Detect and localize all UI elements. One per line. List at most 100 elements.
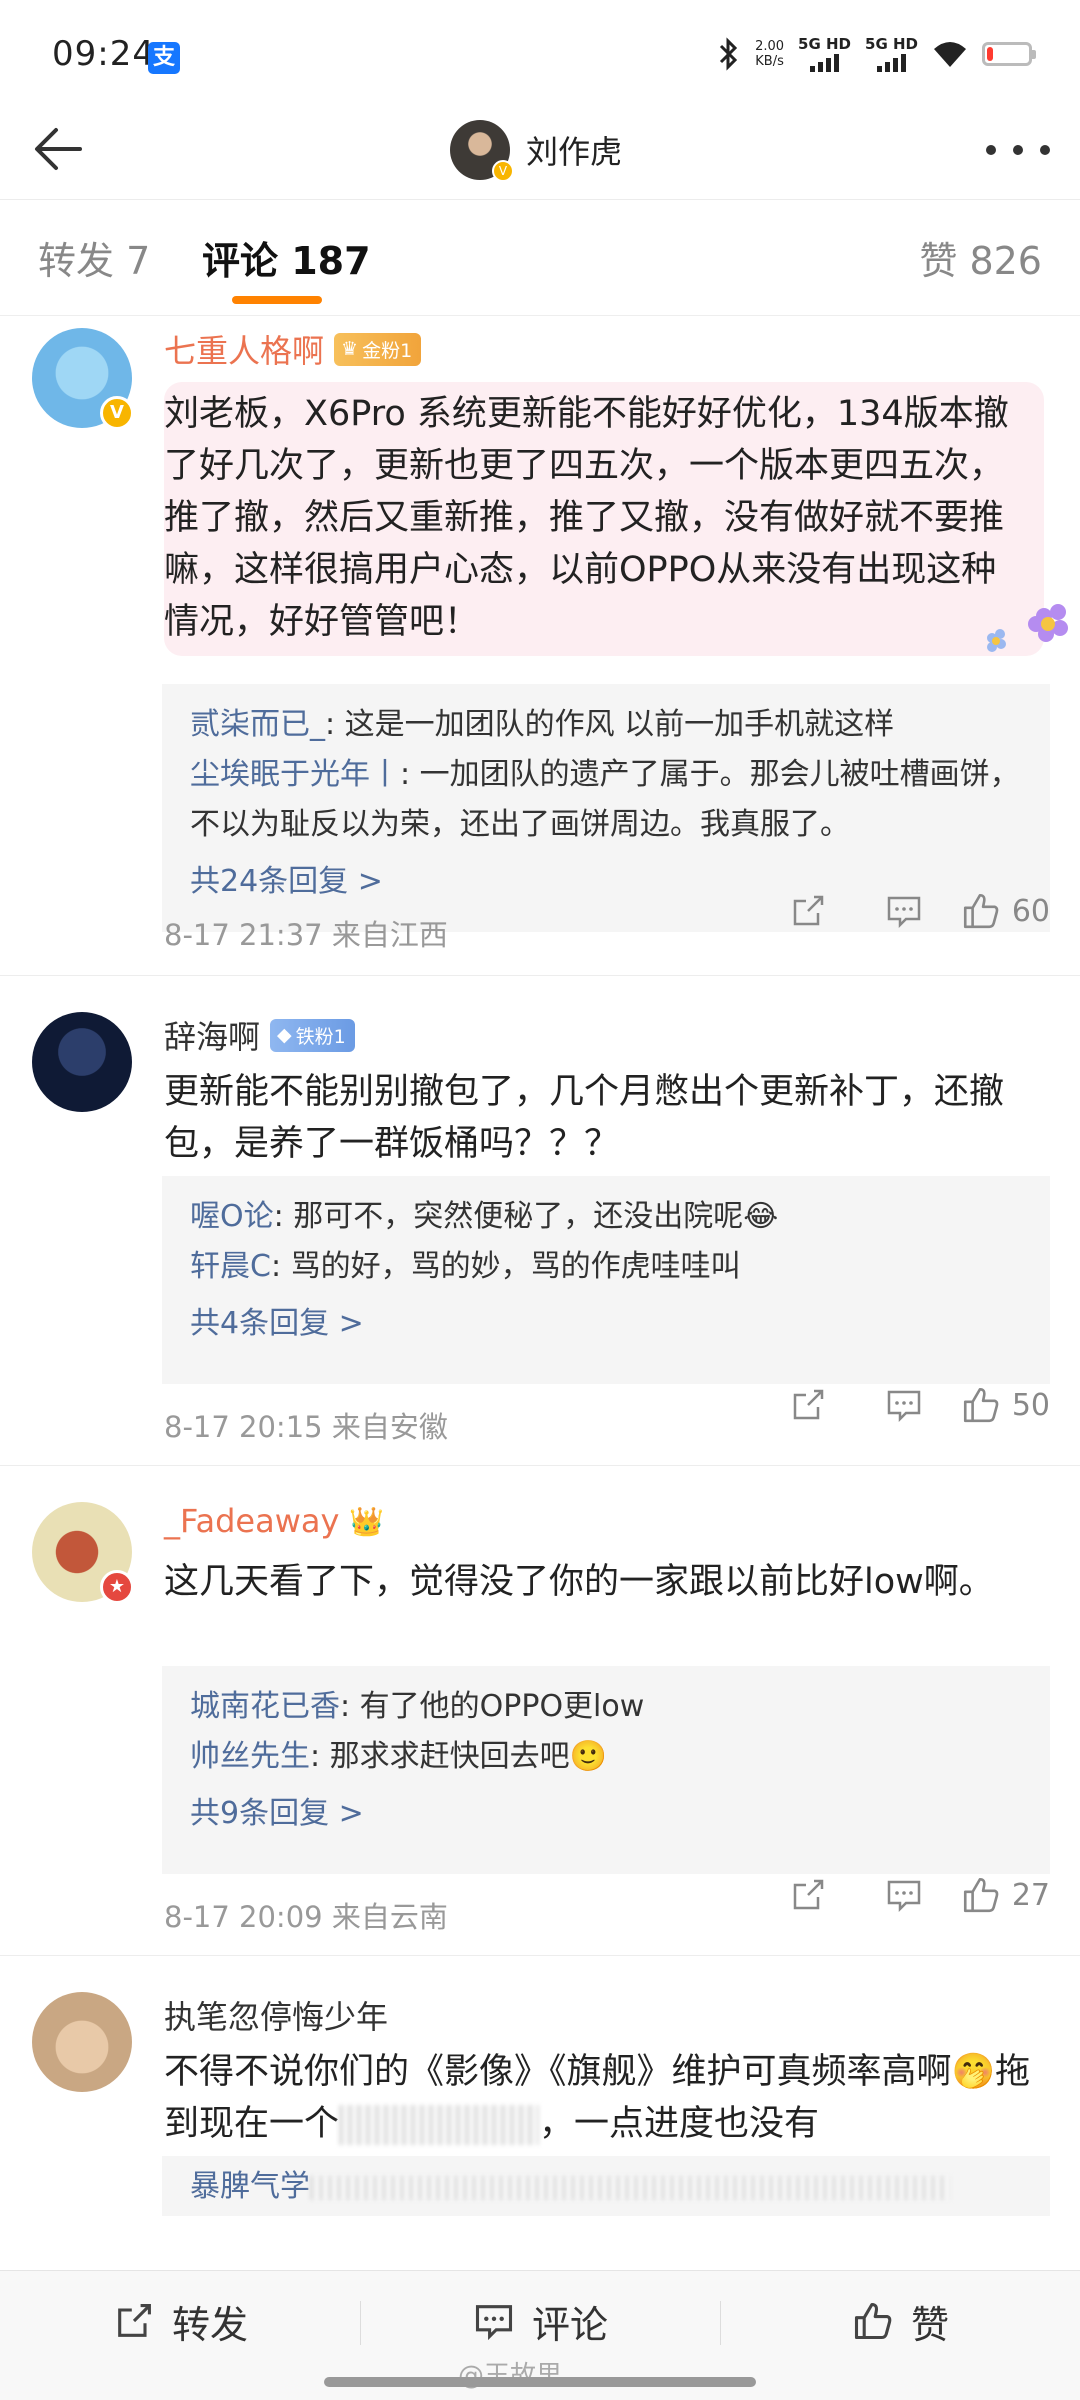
thumbs-up-icon (854, 2302, 892, 2340)
reply-item[interactable]: 喔O论: 那可不，突然便秘了，还没出院呢😂 (190, 1192, 1022, 1242)
comment-username[interactable]: 辞海啊 (164, 1012, 260, 1058)
reply-item[interactable]: 暴脾气学 (190, 2162, 1022, 2212)
reply-item[interactable]: 城南花已香: 有了他的OPPO更low (190, 1682, 1022, 1732)
view-more-replies[interactable]: 共4条回复 > (190, 1296, 1022, 1352)
battery-level (987, 47, 993, 61)
bluetooth-icon (720, 37, 738, 71)
redacted-text (339, 2105, 540, 2145)
reply-username[interactable]: 尘埃眠于光年丨 (190, 757, 400, 792)
thumbs-up-icon (963, 893, 999, 929)
like-button[interactable]: 60 (960, 890, 1050, 932)
share-icon (793, 1389, 824, 1420)
signal-bars-icon (810, 54, 840, 72)
comment-item: V 七重人格啊 ♛ 金粉1 刘老板，X6Pro 系统更新能不能好好优化，134版本… (0, 316, 1080, 976)
sim1-signal: 5G HD (798, 36, 851, 72)
back-arrow-icon[interactable] (24, 114, 94, 184)
reply-box[interactable]: 城南花已香: 有了他的OPPO更low 帅丝先生: 那求求赶快回去吧🙂 共9条回… (162, 1666, 1050, 1874)
thumbs-up-icon (963, 1387, 999, 1423)
repost-button[interactable] (760, 888, 856, 934)
comment-icon (887, 1880, 921, 1913)
comment-actions: 60 (760, 888, 1050, 934)
bottom-repost-button[interactable]: 转发 (0, 2271, 360, 2371)
comment-username[interactable]: _Fadeaway (164, 1502, 339, 1540)
comment-actions: 27 (760, 1872, 1050, 1918)
tab-like[interactable]: 赞 826 (919, 230, 1042, 285)
reply-text: : 骂的好，骂的妙，骂的作虎哇哇叫 (270, 1249, 741, 1284)
like-button[interactable]: 50 (960, 1384, 1050, 1426)
bottom-like-label: 赞 (910, 2302, 949, 2347)
repost-button[interactable] (760, 1872, 856, 1918)
header-avatar[interactable]: V (450, 120, 514, 182)
comment-icon (475, 2305, 513, 2341)
like-count: 27 (1011, 1877, 1050, 1913)
comment-text: 刘老板，X6Pro 系统更新能不能好好优化，134版本撤了好几次了，更新也更了四… (164, 394, 1009, 642)
tab-repost[interactable]: 转发 7 (38, 230, 150, 285)
verified-icon: V (492, 160, 514, 182)
reply-username[interactable]: 暴脾气学 (190, 2169, 310, 2204)
fan-badge-label: 金粉1 (362, 339, 413, 362)
bottom-like-button[interactable]: 赞 (720, 2271, 1080, 2371)
more-options-icon[interactable] (986, 130, 1050, 170)
fan-badge-label: 铁粉1 (295, 1025, 346, 1048)
verified-icon: V (100, 396, 134, 430)
comment-text: 这几天看了下，觉得没了你的一家跟以前比好low啊。 (164, 1562, 994, 1602)
user-avatar[interactable]: ★ (32, 1502, 134, 1604)
reply-button[interactable] (856, 1872, 952, 1918)
thumbs-up-icon (963, 1877, 999, 1913)
comment-username[interactable]: 七重人格啊 (164, 326, 324, 372)
network-speed: 2.00 KB/s (755, 39, 784, 69)
share-icon (793, 1879, 824, 1910)
reply-username[interactable]: 轩晨C (190, 1249, 271, 1284)
comment-text-part: 不得不说你们的《影像》《旗舰》维护可真频率高啊 (164, 2052, 952, 2092)
nav-header: V 刘作虎 (0, 100, 1080, 200)
reply-button[interactable] (856, 888, 952, 934)
comment-username[interactable]: 执笔忽停悔少年 (164, 1992, 388, 2038)
tab-comment[interactable]: 评论 187 (202, 230, 371, 285)
battery-icon (982, 42, 1036, 66)
tab-active-indicator (232, 296, 322, 304)
comment-item: 执笔忽停悔少年 不得不说你们的《影像》《旗舰》维护可真频率高啊🤭拖到现在一个 ，一… (0, 1956, 1080, 2216)
comment-header: _Fadeaway 👑 (164, 1502, 384, 1540)
reply-text: : 那求求赶快回去吧 (310, 1739, 570, 1774)
header-title: 刘作虎 (526, 133, 623, 171)
reply-box[interactable]: 喔O论: 那可不，突然便秘了，还没出院呢😂 轩晨C: 骂的好，骂的妙，骂的作虎哇… (162, 1176, 1050, 1384)
comment-text: 更新能不能别别撤包了，几个月憋出个更新补丁，还撤包，是养了一群饭桶吗？？？ (164, 1072, 1005, 1164)
home-indicator[interactable] (324, 2377, 756, 2387)
reply-text: : 有了他的OPPO更low (340, 1689, 645, 1724)
repost-button[interactable] (760, 1382, 856, 1428)
reply-username[interactable]: 城南花已香 (190, 1689, 340, 1724)
flower-decoration-icon (987, 604, 1068, 652)
header-user[interactable]: V 刘作虎 (450, 110, 622, 190)
shy-emoji-icon: 🤭 (951, 2052, 996, 2092)
reply-item[interactable]: 尘埃眠于光年丨: 一加团队的遗产了属于。那会儿被吐槽画饼，不以为耻反以为荣，还出… (190, 750, 1022, 850)
speed-value: 2.00 (755, 39, 785, 54)
bottom-comment-label: 评论 (531, 2302, 608, 2347)
laugh-cry-emoji-icon: 😂 (743, 1199, 779, 1234)
reply-item[interactable]: 轩晨C: 骂的好，骂的妙，骂的作虎哇哇叫 (190, 1242, 1022, 1292)
status-bar: 09:24 支 2.00 KB/s 5G HD 5G HD (0, 0, 1080, 112)
share-icon (118, 2304, 151, 2337)
view-more-replies[interactable]: 共9条回复 > (190, 1786, 1022, 1842)
status-time: 09:24 (52, 34, 155, 74)
fan-badge: ◆ 铁粉1 (270, 1018, 355, 1052)
reply-box[interactable]: 暴脾气学 (162, 2156, 1050, 2216)
user-avatar[interactable]: V (32, 328, 134, 430)
reply-username[interactable]: 贰柒而已_ (190, 707, 325, 742)
comment-text: 不得不说你们的《影像》《旗舰》维护可真频率高啊🤭拖到现在一个 ，一点进度也没有 (164, 2046, 1044, 2150)
like-button[interactable]: 27 (960, 1874, 1050, 1916)
sim1-label: 5G HD (798, 35, 852, 53)
like-count: 60 (1011, 893, 1050, 929)
reply-username[interactable]: 帅丝先生 (190, 1739, 310, 1774)
smile-emoji-icon: 🙂 (569, 1739, 608, 1774)
like-count: 50 (1011, 1387, 1050, 1423)
reply-button[interactable] (856, 1382, 952, 1428)
reply-item[interactable]: 贰柒而已_: 这是一加团队的作风 以前一加手机就这样 (190, 700, 1022, 750)
comment-item: ★ _Fadeaway 👑 这几天看了下，觉得没了你的一家跟以前比好low啊。 … (0, 1466, 1080, 1956)
reply-item[interactable]: 帅丝先生: 那求求赶快回去吧🙂 (190, 1732, 1022, 1782)
user-avatar[interactable] (32, 1012, 132, 1112)
reply-username[interactable]: 喔O论 (190, 1199, 274, 1234)
signal-bars-icon (877, 54, 906, 72)
wifi-icon (934, 42, 966, 67)
comment-meta: 8-17 20:15 来自安徽 (164, 1410, 448, 1444)
user-avatar[interactable] (32, 1992, 132, 2092)
